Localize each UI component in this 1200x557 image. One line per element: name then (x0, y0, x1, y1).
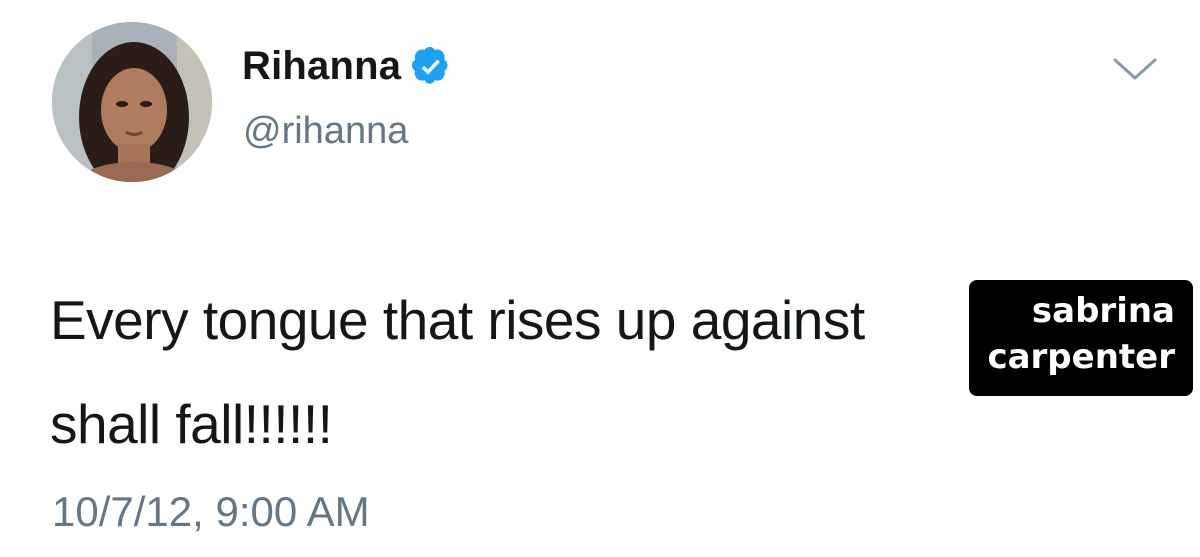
user-handle[interactable]: @rihanna (243, 110, 408, 153)
avatar-image (52, 22, 212, 182)
avatar[interactable] (52, 22, 212, 182)
overlay-line: sabrina (1031, 291, 1175, 331)
display-name-text: Rihanna (242, 44, 402, 88)
verified-badge-icon (412, 46, 448, 84)
chevron-down-icon[interactable] (1112, 56, 1158, 84)
overlay-line: carpenter (987, 337, 1175, 377)
display-name[interactable]: Rihanna (242, 44, 451, 89)
tweet-timestamp[interactable]: 10/7/12, 9:00 AM (52, 488, 370, 536)
name-overlay-label: sabrina carpenter (969, 280, 1193, 396)
